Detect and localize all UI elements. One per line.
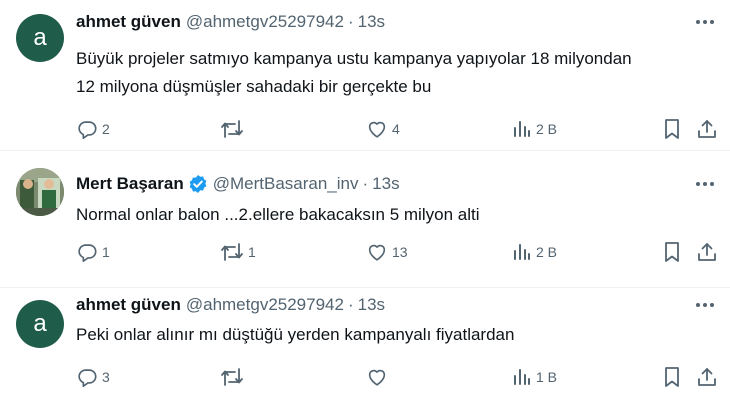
bookmark-button[interactable] bbox=[662, 239, 682, 265]
share-button[interactable] bbox=[696, 239, 718, 265]
tweet-actions: 3 1 B bbox=[76, 364, 720, 390]
tweet-text-line: Büyük projeler satmıyo kampanya ustu kam… bbox=[76, 49, 632, 68]
avatar-letter: a bbox=[33, 310, 47, 337]
avatar-letter: a bbox=[33, 24, 47, 51]
bar-chart-icon bbox=[512, 242, 532, 262]
reply-count: 2 bbox=[102, 121, 110, 137]
bar-chart-icon bbox=[512, 119, 532, 139]
avatar-photo bbox=[16, 168, 64, 216]
share-button[interactable] bbox=[696, 364, 718, 390]
avatar[interactable]: a bbox=[16, 14, 64, 62]
separator-dot: · bbox=[347, 295, 354, 314]
reply-bubble-icon bbox=[76, 366, 98, 388]
heart-icon bbox=[366, 118, 388, 140]
username-handle[interactable]: @ahmetgv25297942 bbox=[186, 295, 344, 315]
timestamp[interactable]: 13s bbox=[358, 12, 385, 32]
reply-count: 3 bbox=[102, 369, 110, 385]
display-name[interactable]: ahmet güven bbox=[76, 295, 181, 315]
reply-count: 1 bbox=[102, 244, 110, 260]
reply-button[interactable]: 2 bbox=[76, 116, 110, 142]
like-count: 4 bbox=[392, 121, 400, 137]
views-button[interactable]: 1 B bbox=[512, 364, 557, 390]
tweet-text: Normal onlar balon ...2.ellere bakacaksı… bbox=[76, 201, 712, 229]
view-count: 2 B bbox=[536, 244, 558, 260]
like-count: 13 bbox=[392, 244, 408, 260]
more-dots-icon[interactable] bbox=[692, 295, 718, 315]
tweet-actions: 2 4 2 B bbox=[76, 116, 720, 142]
reply-bubble-icon bbox=[76, 118, 98, 140]
bookmark-icon bbox=[662, 241, 682, 263]
tweet-text: Peki onlar alınır mı düştüğü yerden kamp… bbox=[76, 321, 712, 349]
username-handle[interactable]: @ahmetgv25297942 bbox=[186, 12, 344, 32]
like-button[interactable]: 13 bbox=[366, 239, 408, 265]
bookmark-button[interactable] bbox=[662, 116, 682, 142]
display-name[interactable]: ahmet güven bbox=[76, 12, 181, 32]
avatar[interactable] bbox=[16, 168, 64, 216]
tweet-text-line: Normal onlar balon ...2.ellere bakacaksı… bbox=[76, 205, 480, 224]
bookmark-button[interactable] bbox=[662, 364, 682, 390]
bookmark-icon bbox=[662, 366, 682, 388]
tweet-header: ahmet güven @ahmetgv25297942 · 13s bbox=[76, 293, 385, 317]
bar-chart-icon bbox=[512, 367, 532, 387]
share-icon bbox=[696, 118, 718, 140]
reply-thread: a ahmet güven @ahmetgv25297942 · 13s Büy… bbox=[0, 0, 730, 420]
separator-dot: · bbox=[347, 12, 354, 31]
reply-bubble-icon bbox=[76, 241, 98, 263]
tweet[interactable]: a ahmet güven @ahmetgv25297942 · 13s Büy… bbox=[0, 0, 730, 150]
retweet-button[interactable] bbox=[220, 364, 248, 390]
share-button[interactable] bbox=[696, 116, 718, 142]
display-name[interactable]: Mert Başaran bbox=[76, 174, 184, 194]
like-button[interactable] bbox=[366, 364, 392, 390]
more-dots-icon[interactable] bbox=[692, 12, 718, 32]
username-handle[interactable]: @MertBasaran_inv bbox=[213, 174, 359, 194]
heart-icon bbox=[366, 241, 388, 263]
like-button[interactable]: 4 bbox=[366, 116, 400, 142]
retweet-icon bbox=[220, 241, 244, 263]
retweet-button[interactable] bbox=[220, 116, 248, 142]
more-dots-icon[interactable] bbox=[692, 174, 718, 194]
retweet-icon bbox=[220, 118, 244, 140]
avatar[interactable]: a bbox=[16, 300, 64, 348]
tweet[interactable]: a ahmet güven @ahmetgv25297942 · 13s Pek… bbox=[0, 287, 730, 420]
heart-icon bbox=[366, 366, 388, 388]
timestamp[interactable]: 13s bbox=[358, 295, 385, 315]
tweet-text-line: 12 milyona düşmüşler sahadaki bir gerçek… bbox=[76, 77, 432, 96]
retweet-button[interactable]: 1 bbox=[220, 239, 256, 265]
timestamp[interactable]: 13s bbox=[372, 174, 399, 194]
views-button[interactable]: 2 B bbox=[512, 239, 557, 265]
tweet-text-line: Peki onlar alınır mı düştüğü yerden kamp… bbox=[76, 325, 515, 344]
separator-dot: · bbox=[362, 174, 369, 193]
tweet-text: Büyük projeler satmıyo kampanya ustu kam… bbox=[76, 45, 712, 101]
share-icon bbox=[696, 366, 718, 388]
verified-badge-icon[interactable] bbox=[188, 174, 208, 194]
reply-button[interactable]: 3 bbox=[76, 364, 110, 390]
reply-button[interactable]: 1 bbox=[76, 239, 110, 265]
views-button[interactable]: 2 B bbox=[512, 116, 557, 142]
tweet-header: ahmet güven @ahmetgv25297942 · 13s bbox=[76, 10, 385, 34]
bookmark-icon bbox=[662, 118, 682, 140]
share-icon bbox=[696, 241, 718, 263]
tweet-actions: 1 1 13 2 B bbox=[76, 239, 720, 265]
view-count: 2 B bbox=[536, 121, 558, 137]
tweet-header: Mert Başaran @MertBasaran_inv · 13s bbox=[76, 172, 400, 196]
tweet[interactable]: Mert Başaran @MertBasaran_inv · 13s Norm… bbox=[0, 150, 730, 287]
retweet-icon bbox=[220, 366, 244, 388]
view-count: 1 B bbox=[536, 369, 558, 385]
retweet-count: 1 bbox=[248, 244, 256, 260]
